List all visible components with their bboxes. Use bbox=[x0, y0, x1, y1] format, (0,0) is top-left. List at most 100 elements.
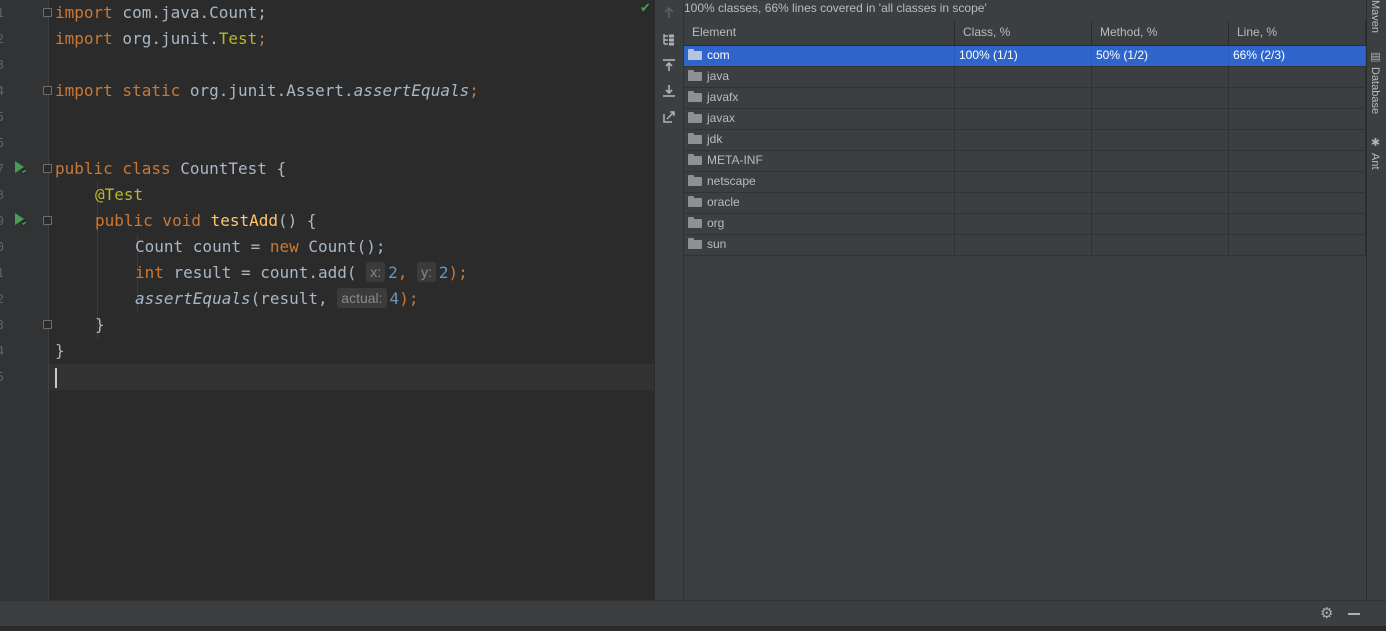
package-folder-icon bbox=[688, 91, 702, 102]
ant-icon: ✱ bbox=[1369, 136, 1381, 149]
code-line-1: import com.java.Count; bbox=[55, 3, 267, 22]
table-row[interactable]: jdk bbox=[684, 130, 1366, 151]
cell-element: org bbox=[684, 214, 955, 234]
import-icon[interactable] bbox=[661, 58, 677, 74]
line-number: 6 bbox=[0, 136, 4, 150]
cell-text: org bbox=[707, 216, 725, 230]
cell-text: java bbox=[707, 69, 730, 83]
cell-method-pct bbox=[1092, 172, 1229, 192]
package-folder-icon bbox=[688, 175, 702, 186]
cell-text: 100% (1/1) bbox=[959, 48, 1018, 62]
column-header-method[interactable]: Method, % bbox=[1092, 21, 1229, 45]
tab-database[interactable]: ▤Database bbox=[1369, 50, 1382, 114]
code-line-11: int result = count.add( x: 2, y: 2); bbox=[135, 262, 468, 282]
database-icon: ▤ bbox=[1369, 50, 1381, 63]
package-folder-icon bbox=[688, 238, 702, 249]
cell-class-pct bbox=[955, 88, 1092, 108]
minimize-icon[interactable] bbox=[1348, 613, 1360, 615]
cell-text: jdk bbox=[707, 132, 723, 146]
flatten-packages-icon[interactable] bbox=[661, 32, 677, 48]
cell-text: 66% (2/3) bbox=[1233, 48, 1286, 62]
cell-element: META-INF bbox=[684, 151, 955, 171]
table-header: Element Class, % Method, % Line, % bbox=[684, 21, 1366, 46]
right-tool-strip: Maven ▤Database ✱Ant bbox=[1366, 0, 1386, 600]
cell-line-pct bbox=[1229, 67, 1366, 87]
cell-element: sun bbox=[684, 235, 955, 255]
cell-text: 50% (1/2) bbox=[1096, 48, 1149, 62]
cell-element: com bbox=[684, 46, 955, 66]
cell-method-pct bbox=[1092, 151, 1229, 171]
table-row[interactable]: oracle bbox=[684, 193, 1366, 214]
cell-line-pct bbox=[1229, 88, 1366, 108]
cell-line-pct bbox=[1229, 235, 1366, 255]
cell-class-pct bbox=[955, 151, 1092, 171]
cell-element: jdk bbox=[684, 130, 955, 150]
code-line-4: import static org.junit.Assert.assertEqu… bbox=[55, 81, 479, 100]
cell-method-pct bbox=[1092, 235, 1229, 255]
code-line-10: Count count = new Count(); bbox=[135, 237, 386, 256]
code-line-15-current[interactable] bbox=[49, 364, 654, 390]
export-icon[interactable] bbox=[661, 84, 677, 100]
inspection-ok-icon[interactable]: ✔ bbox=[640, 0, 651, 16]
coverage-toolbar bbox=[655, 0, 684, 600]
table-row[interactable]: META-INF bbox=[684, 151, 1366, 172]
cell-element: netscape bbox=[684, 172, 955, 192]
generate-report-icon[interactable] bbox=[661, 110, 677, 126]
cell-method-pct bbox=[1092, 109, 1229, 129]
cell-method-pct bbox=[1092, 214, 1229, 234]
package-folder-icon bbox=[688, 70, 702, 81]
table-row[interactable]: netscape bbox=[684, 172, 1366, 193]
parameter-hint: actual: bbox=[337, 288, 387, 308]
editor-gutter[interactable]: 1 2 3 4 5 6 7 8 9 0 1 2 3 4 5 bbox=[0, 0, 52, 600]
gear-icon[interactable]: ⚙ bbox=[1320, 606, 1333, 622]
up-arrow-icon[interactable] bbox=[661, 6, 677, 22]
tool-window-bar: ⚙ bbox=[0, 600, 1386, 631]
code-line-9: public void testAdd() { bbox=[95, 211, 317, 230]
line-number: 5 bbox=[0, 110, 4, 124]
cell-text: oracle bbox=[707, 195, 740, 209]
cell-line-pct bbox=[1229, 151, 1366, 171]
cell-element: javafx bbox=[684, 88, 955, 108]
cell-method-pct bbox=[1092, 130, 1229, 150]
line-number: 1 bbox=[0, 266, 4, 280]
tab-ant[interactable]: ✱Ant bbox=[1369, 136, 1382, 170]
cell-class-pct bbox=[955, 235, 1092, 255]
column-header-class[interactable]: Class, % bbox=[955, 21, 1092, 45]
table-row[interactable]: sun bbox=[684, 235, 1366, 256]
table-row[interactable]: org bbox=[684, 214, 1366, 235]
code-editor[interactable]: 1 2 3 4 5 6 7 8 9 0 1 2 3 4 5 import com… bbox=[0, 0, 654, 600]
package-folder-icon bbox=[688, 196, 702, 207]
table-row[interactable]: javax bbox=[684, 109, 1366, 130]
line-number: 3 bbox=[0, 318, 4, 332]
table-row[interactable]: java bbox=[684, 67, 1366, 88]
column-header-element[interactable]: Element bbox=[684, 21, 955, 45]
run-test-method-icon[interactable] bbox=[12, 211, 28, 227]
coverage-table[interactable]: Element Class, % Method, % Line, % com 10… bbox=[684, 21, 1366, 256]
cell-method-pct bbox=[1092, 193, 1229, 213]
cell-text: javax bbox=[707, 111, 736, 125]
line-number: 1 bbox=[0, 6, 4, 20]
code-text-area[interactable]: import com.java.Count; import org.junit.… bbox=[49, 0, 654, 600]
cell-text: sun bbox=[707, 237, 727, 251]
code-line-13: } bbox=[95, 315, 105, 334]
table-row[interactable]: javafx bbox=[684, 88, 1366, 109]
line-number: 0 bbox=[0, 240, 4, 254]
coverage-summary: 100% classes, 66% lines covered in 'all … bbox=[684, 1, 987, 15]
column-header-line[interactable]: Line, % bbox=[1229, 21, 1366, 45]
tab-maven[interactable]: Maven bbox=[1369, 0, 1381, 33]
cell-class-pct bbox=[955, 109, 1092, 129]
package-folder-icon bbox=[688, 154, 702, 165]
cell-element: javax bbox=[684, 109, 955, 129]
line-number: 5 bbox=[0, 370, 4, 384]
line-number: 4 bbox=[0, 344, 4, 358]
status-bar-divider bbox=[0, 626, 1386, 631]
line-number: 7 bbox=[0, 162, 4, 176]
line-number: 3 bbox=[0, 58, 4, 72]
cell-text: com bbox=[707, 48, 730, 62]
cell-line-pct: 66% (2/3) bbox=[1229, 46, 1366, 66]
table-row[interactable]: com 100% (1/1) 50% (1/2) 66% (2/3) bbox=[684, 46, 1366, 67]
cell-line-pct bbox=[1229, 109, 1366, 129]
parameter-hint: y: bbox=[417, 262, 436, 282]
cell-class-pct bbox=[955, 193, 1092, 213]
run-test-class-icon[interactable] bbox=[12, 159, 28, 175]
